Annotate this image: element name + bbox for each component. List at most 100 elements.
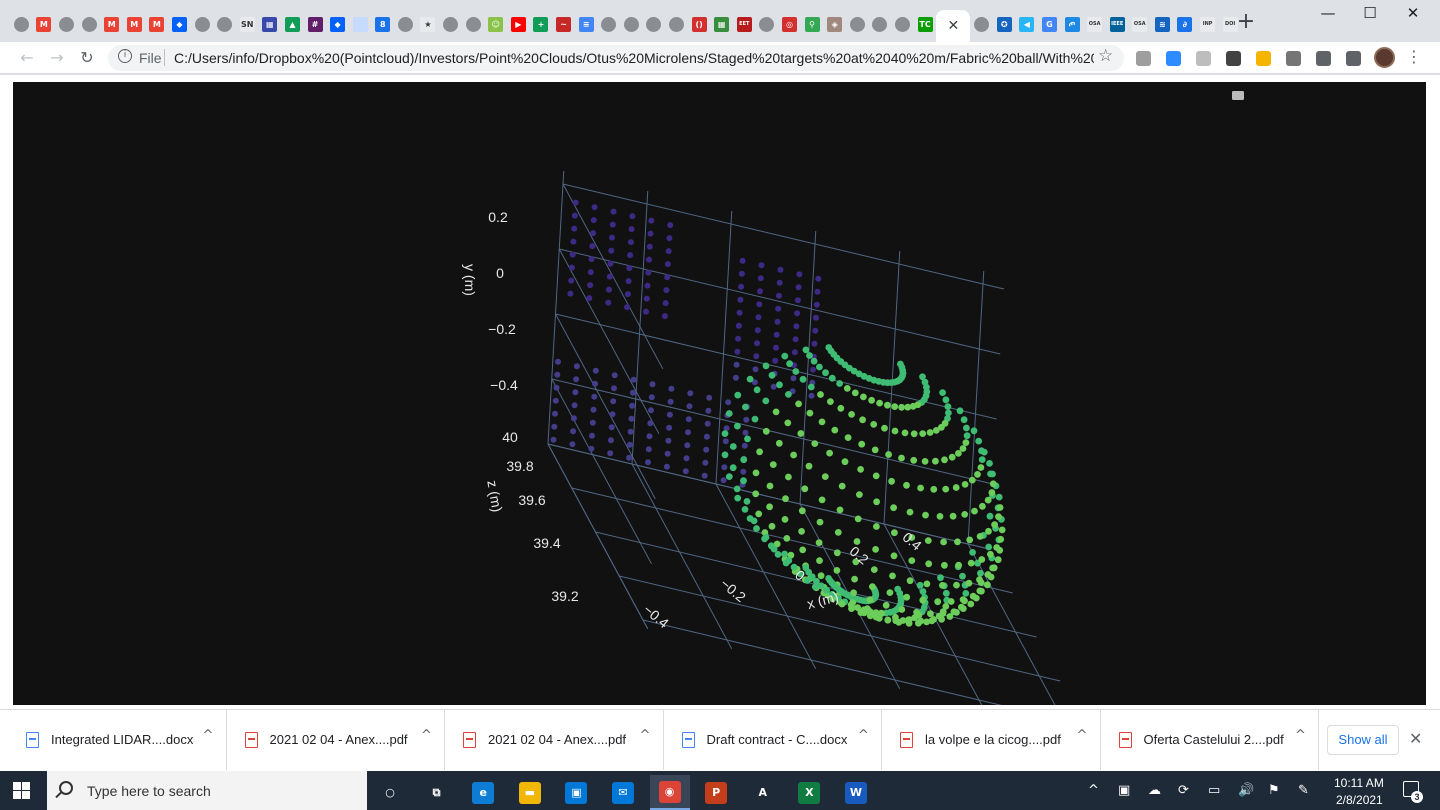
browser-tab[interactable]: ~ — [552, 10, 575, 38]
download-options-chevron-icon[interactable]: ^ — [1295, 728, 1306, 743]
tray-icon[interactable]: ☁ — [1148, 783, 1161, 798]
forward-button[interactable]: → — [46, 47, 68, 69]
tray-icon[interactable]: 🔊 — [1238, 783, 1254, 798]
word-taskbar-button[interactable]: W — [836, 775, 876, 810]
minimize-button[interactable]: — — [1305, 4, 1351, 26]
download-item[interactable]: Draft contract - C....docx ^ — [664, 710, 882, 770]
address-bar[interactable]: i File C:/Users/info/Dropbox%20(Pointclo… — [108, 45, 1124, 71]
taskbar-search-box[interactable]: Type here to search — [47, 771, 367, 810]
download-options-chevron-icon[interactable]: ^ — [858, 728, 869, 743]
chrome-taskbar-button[interactable]: ◉ — [649, 775, 690, 810]
browser-tab[interactable] — [846, 10, 869, 38]
browser-tab[interactable] — [756, 10, 779, 38]
browser-tab[interactable] — [349, 10, 372, 38]
tray-icon[interactable]: ^ — [1088, 783, 1099, 798]
reload-button[interactable]: ↻ — [76, 47, 98, 69]
windows-start-icon[interactable] — [13, 782, 30, 799]
browser-tab[interactable]: M — [100, 10, 123, 38]
browser-tab[interactable] — [78, 10, 101, 38]
extension-icon[interactable] — [1166, 51, 1181, 66]
extension-icon[interactable] — [1316, 51, 1331, 66]
browser-tab[interactable] — [665, 10, 688, 38]
new-tab-button[interactable]: + — [1236, 11, 1256, 33]
browser-tab[interactable] — [462, 10, 485, 38]
browser-tab[interactable]: ◎ — [778, 10, 801, 38]
clock-time[interactable]: 10:11 AM — [1334, 776, 1384, 790]
tray-icon[interactable]: ▭ — [1208, 783, 1220, 798]
home-icon[interactable] — [1232, 87, 1356, 103]
browser-tab[interactable]: ≋ — [1151, 10, 1174, 38]
hover-icon[interactable] — [1232, 87, 1400, 103]
browser-tab[interactable]: ◆ — [168, 10, 191, 38]
close-download-shelf-icon[interactable]: ✕ — [1409, 729, 1422, 748]
browser-tab[interactable]: SN — [236, 10, 259, 38]
browser-tab[interactable]: G — [1038, 10, 1061, 38]
browser-tab[interactable] — [643, 10, 666, 38]
file-explorer-taskbar-button[interactable]: ▬ — [510, 775, 550, 810]
download-item[interactable]: Oferta Castelului 2....pdf ^ — [1101, 710, 1319, 770]
acrobat-taskbar-button[interactable]: A — [743, 775, 783, 810]
close-window-button[interactable]: ✕ — [1390, 4, 1436, 26]
browser-tab[interactable] — [213, 10, 236, 38]
edge-taskbar-button[interactable]: e — [463, 775, 503, 810]
maximize-button[interactable]: ☐ — [1347, 4, 1393, 26]
browser-tab[interactable]: INP — [1196, 10, 1219, 38]
browser-tab[interactable]: TC — [914, 10, 937, 38]
browser-tab[interactable] — [191, 10, 214, 38]
active-tab[interactable]: ✕ — [936, 10, 971, 42]
browser-tab[interactable]: OSA — [1129, 10, 1152, 38]
pan-icon[interactable] — [1232, 87, 1290, 103]
browser-menu-icon[interactable]: ⋮ — [1406, 47, 1422, 66]
tray-icon[interactable]: ✎ — [1298, 783, 1309, 798]
url-text[interactable]: C:/Users/info/Dropbox%20(Pointcloud)/Inv… — [174, 50, 1094, 66]
site-info-icon[interactable]: i — [118, 49, 132, 63]
browser-tab[interactable] — [891, 10, 914, 38]
browser-tab[interactable]: () — [688, 10, 711, 38]
tray-icon[interactable]: ▣ — [1118, 783, 1130, 798]
browser-tab[interactable]: ✪ — [993, 10, 1016, 38]
clock-date[interactable]: 2/8/2021 — [1336, 793, 1383, 807]
tray-icon[interactable]: ⟳ — [1178, 783, 1189, 798]
orbit-icon[interactable] — [1232, 87, 1312, 103]
powerpoint-taskbar-button[interactable]: P — [696, 775, 736, 810]
browser-tab[interactable]: ★ — [417, 10, 440, 38]
store-taskbar-button[interactable]: ▣ — [556, 775, 596, 810]
mail-taskbar-button[interactable]: ✉ — [603, 775, 643, 810]
browser-tab[interactable] — [10, 10, 33, 38]
zoom-icon[interactable] — [1232, 87, 1268, 103]
browser-tab[interactable]: ጦ — [1061, 10, 1084, 38]
cortana-taskbar-button[interactable]: ○ — [370, 775, 410, 810]
browser-tab[interactable]: ◀ — [1016, 10, 1039, 38]
browser-tab[interactable]: ⚲ — [801, 10, 824, 38]
browser-tab[interactable]: ▶ — [507, 10, 530, 38]
browser-tab[interactable]: ☺ — [484, 10, 507, 38]
download-options-chevron-icon[interactable]: ^ — [421, 728, 432, 743]
browser-tab[interactable]: + — [530, 10, 553, 38]
browser-tab[interactable] — [620, 10, 643, 38]
browser-tab[interactable] — [970, 10, 993, 38]
browser-tab[interactable]: M — [123, 10, 146, 38]
browser-tab[interactable] — [55, 10, 78, 38]
browser-tab[interactable]: EET — [733, 10, 756, 38]
back-button[interactable]: ← — [16, 47, 38, 69]
profile-avatar[interactable] — [1374, 47, 1395, 68]
extension-icon[interactable] — [1226, 51, 1241, 66]
task-view-taskbar-button[interactable]: ⧉ — [417, 775, 457, 810]
browser-tab[interactable]: M — [33, 10, 56, 38]
bookmark-star-icon[interactable]: ☆ — [1098, 46, 1113, 66]
browser-tab[interactable]: ▲ — [281, 10, 304, 38]
browser-tab[interactable] — [869, 10, 892, 38]
download-options-chevron-icon[interactable]: ^ — [203, 728, 214, 743]
browser-tab[interactable]: ▦ — [259, 10, 282, 38]
extension-icon[interactable] — [1136, 51, 1151, 66]
browser-tab[interactable]: OSA — [1083, 10, 1106, 38]
download-item[interactable]: 2021 02 04 - Anex....pdf ^ — [227, 710, 445, 770]
show-all-downloads-button[interactable]: Show all — [1327, 725, 1399, 755]
browser-tab[interactable]: # — [304, 10, 327, 38]
tray-icon[interactable]: ⚑ — [1268, 783, 1280, 798]
browser-tab[interactable]: ◆ — [326, 10, 349, 38]
extension-icon[interactable] — [1286, 51, 1301, 66]
plotly-3d-scatter[interactable]: 0.2 0 −0.2 −0.4 y (m) 40 39.8 39.6 39.4 39.2 z (m)… — [13, 82, 1426, 705]
browser-tab[interactable] — [439, 10, 462, 38]
browser-tab[interactable] — [394, 10, 417, 38]
